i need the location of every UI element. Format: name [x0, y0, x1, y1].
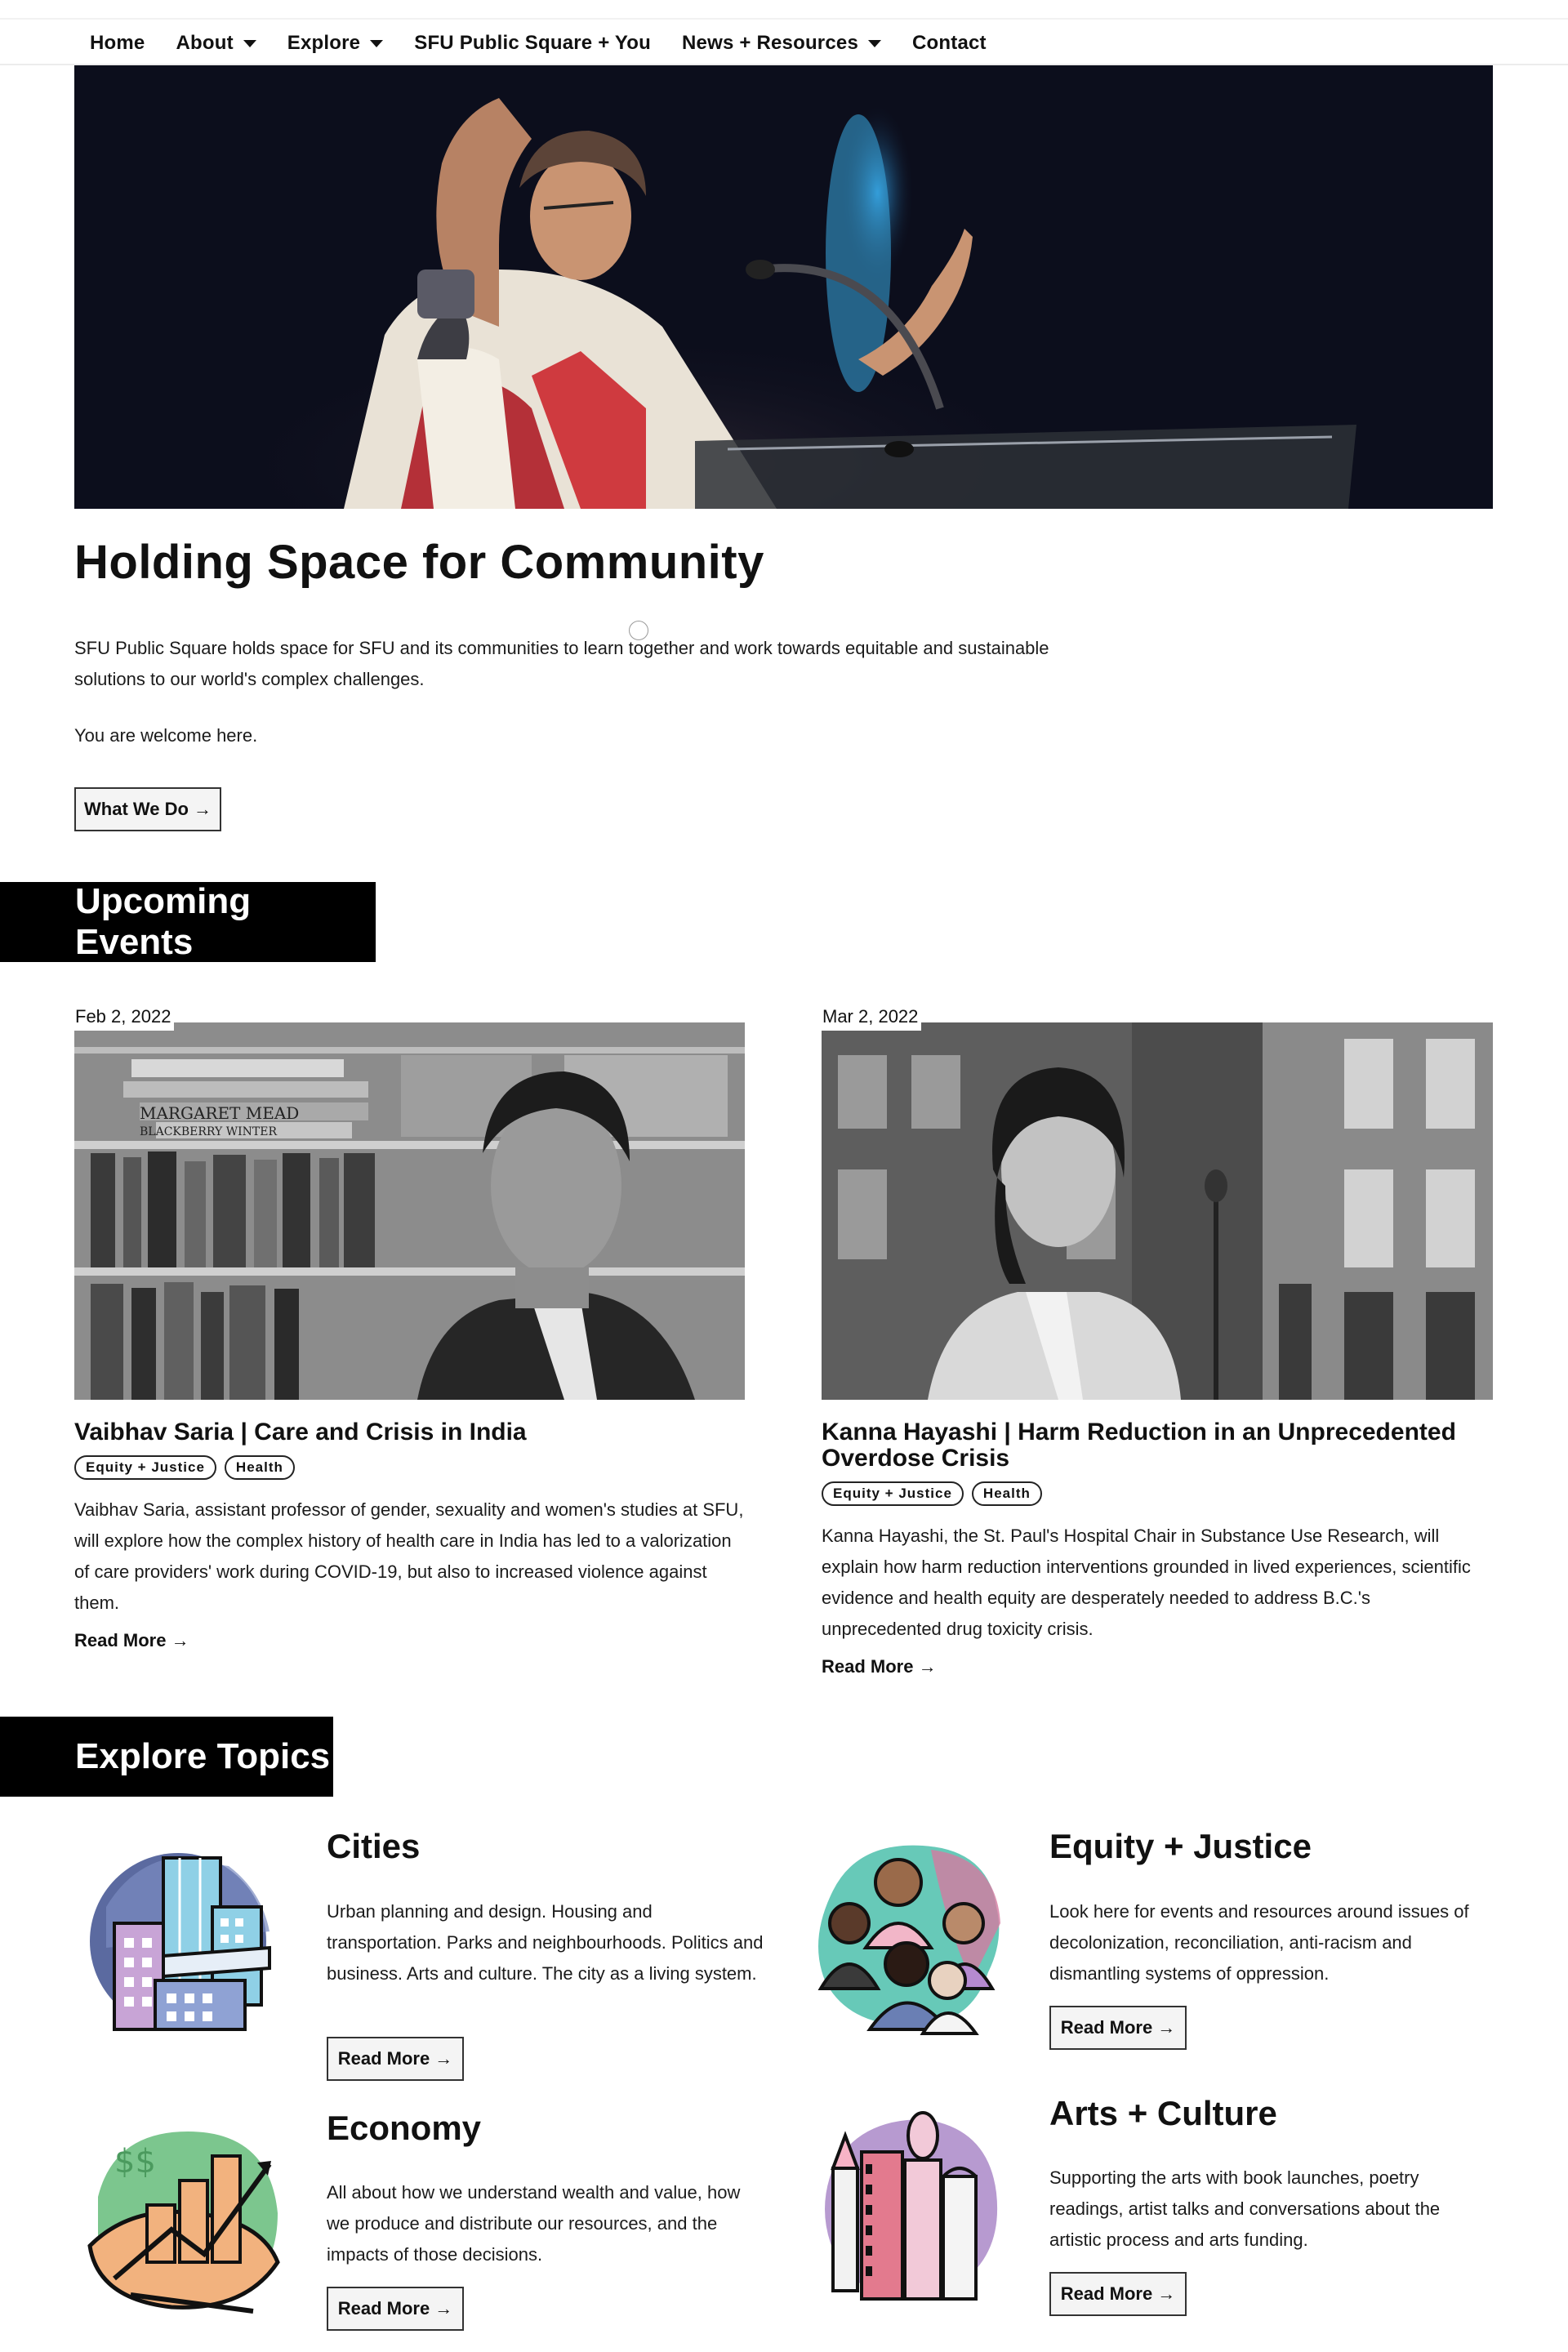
nav-explore[interactable]: Explore	[287, 32, 384, 55]
chevron-down-icon	[243, 39, 256, 47]
cities-read-more-button[interactable]: Read More →	[327, 2037, 464, 2081]
hero-welcome-text: You are welcome here.	[74, 725, 258, 746]
book-spine-text: MARGARET MEAD	[140, 1103, 299, 1123]
arts-instruments-icon[interactable]	[808, 2103, 1013, 2307]
main-nav: Home About Explore SFU Public Square + Y…	[90, 23, 1018, 64]
nav-public-square-you[interactable]: SFU Public Square + You	[414, 32, 651, 55]
chevron-down-icon	[868, 39, 881, 47]
topic-title-cities[interactable]: Cities	[327, 1827, 420, 1866]
read-more-label: Read More	[337, 2298, 430, 2319]
topic-description-equity-justice: Look here for events and resources aroun…	[1049, 1901, 1469, 1984]
city-buildings-icon[interactable]	[82, 1833, 286, 2038]
nav-home[interactable]: Home	[90, 32, 145, 55]
event-title[interactable]: Kanna Hayashi | Harm Reduction in an Unp…	[822, 1419, 1493, 1472]
tag-equity-justice[interactable]: Equity + Justice	[822, 1481, 964, 1506]
hero-image	[74, 65, 1493, 509]
event-tags: Equity + Justice Health	[74, 1455, 295, 1480]
nav-about[interactable]: About	[176, 32, 256, 55]
page-title: Holding Space for Community	[74, 536, 764, 589]
arts-culture-read-more-button[interactable]: Read More →	[1049, 2272, 1187, 2316]
arrow-right-icon: →	[434, 2298, 453, 2319]
event-image-vaibhav-saria[interactable]: MARGARET MEAD BLACKBERRY WINTER	[74, 1022, 745, 1400]
read-more-label: Read More	[1060, 2017, 1153, 2038]
read-more-label: Read More	[1060, 2283, 1153, 2304]
event-image-kanna-hayashi[interactable]	[822, 1022, 1493, 1400]
section-header-explore-topics: Explore Topics	[0, 1717, 333, 1797]
topic-title-economy[interactable]: Economy	[327, 2109, 481, 2148]
event-date: Mar 2, 2022	[819, 1003, 922, 1031]
top-divider	[0, 18, 1568, 20]
nav-public-square-you-label: SFU Public Square + You	[414, 32, 652, 54]
arrow-right-icon: →	[1157, 2017, 1176, 2038]
topic-description-arts-culture: Supporting the arts with book launches, …	[1049, 2167, 1441, 2250]
topic-title-equity-justice[interactable]: Equity + Justice	[1049, 1827, 1312, 1866]
nav-news-resources[interactable]: News + Resources	[682, 32, 881, 55]
tag-equity-justice[interactable]: Equity + Justice	[74, 1455, 216, 1480]
hero-description: SFU Public Square holds space for SFU an…	[74, 638, 1049, 689]
section-title: Upcoming Events	[75, 881, 252, 962]
nav-home-label: Home	[90, 32, 145, 54]
event-description: Kanna Hayashi, the St. Paul's Hospital C…	[822, 1526, 1471, 1639]
nav-news-resources-label: News + Resources	[682, 32, 858, 54]
event-read-more-link[interactable]: Read More →	[74, 1630, 189, 1651]
section-title: Explore Topics	[75, 1736, 331, 1776]
economy-chart-icon[interactable]: $$	[82, 2115, 286, 2319]
topic-description-cities: Urban planning and design. Housing and t…	[327, 1901, 764, 1984]
equity-justice-read-more-button[interactable]: Read More →	[1049, 2006, 1187, 2050]
arrow-right-icon: →	[1157, 2283, 1176, 2304]
arrow-right-icon: →	[434, 2048, 453, 2069]
tag-health[interactable]: Health	[971, 1481, 1042, 1506]
event-date: Feb 2, 2022	[72, 1003, 175, 1031]
nav-contact[interactable]: Contact	[912, 32, 987, 55]
read-more-label: Read More	[337, 2048, 430, 2069]
topic-title-arts-culture[interactable]: Arts + Culture	[1049, 2094, 1277, 2133]
book-spine-text-2: BLACKBERRY WINTER	[140, 1125, 277, 1138]
tag-health[interactable]: Health	[224, 1455, 295, 1480]
arrow-right-icon: →	[193, 799, 212, 819]
economy-read-more-button[interactable]: Read More →	[327, 2287, 464, 2331]
nav-about-label: About	[176, 32, 234, 54]
chevron-down-icon	[370, 39, 384, 47]
people-group-icon[interactable]	[808, 1833, 1013, 2038]
what-we-do-label: What We Do	[84, 799, 189, 819]
nav-explore-label: Explore	[287, 32, 361, 54]
event-read-more-link[interactable]: Read More →	[822, 1656, 937, 1677]
section-header-upcoming-events: Upcoming Events	[0, 881, 376, 962]
topic-description-economy: All about how we understand wealth and v…	[327, 2182, 741, 2265]
what-we-do-button[interactable]: What We Do →	[74, 787, 221, 831]
event-tags: Equity + Justice Health	[822, 1481, 1042, 1506]
event-title[interactable]: Vaibhav Saria | Care and Crisis in India	[74, 1419, 745, 1446]
nav-contact-label: Contact	[912, 32, 987, 54]
svg-text:$$: $$	[114, 2143, 156, 2180]
event-description: Vaibhav Saria, assistant professor of ge…	[74, 1499, 744, 1613]
